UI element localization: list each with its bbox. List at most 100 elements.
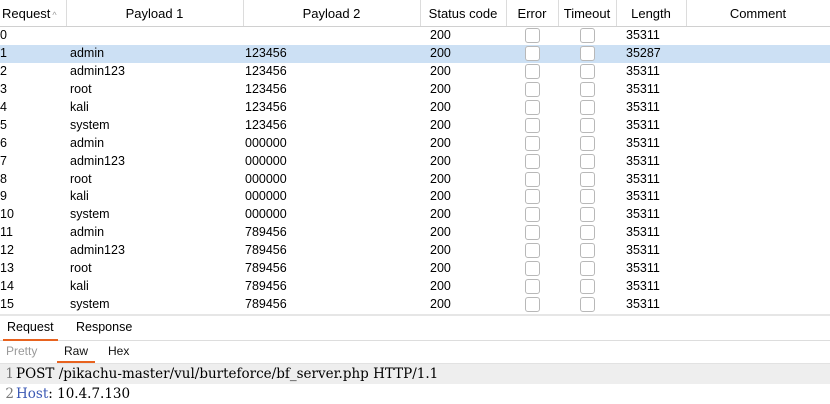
error-checkbox[interactable] xyxy=(524,171,540,187)
tab-pretty[interactable]: Pretty xyxy=(6,342,37,361)
timeout-checkbox[interactable] xyxy=(579,296,595,312)
cell-payload1: system xyxy=(70,117,110,132)
table-row[interactable]: 5 system 123456 200 35311 xyxy=(0,116,830,134)
cell-error xyxy=(506,99,558,117)
cell-status-code: 200 xyxy=(430,296,451,311)
timeout-checkbox[interactable] xyxy=(579,153,595,169)
cell-request: 11 xyxy=(0,225,13,240)
error-checkbox[interactable] xyxy=(524,153,540,169)
error-checkbox[interactable] xyxy=(524,64,540,80)
tab-request[interactable]: Request xyxy=(3,316,58,341)
timeout-checkbox[interactable] xyxy=(579,225,595,241)
cell-length: 35311 xyxy=(626,82,660,97)
timeout-checkbox[interactable] xyxy=(579,100,595,115)
table-row[interactable]: 9 kali 000000 200 35311 xyxy=(0,188,830,206)
cell-request: 2 xyxy=(0,64,7,79)
results-table-body: 0 200 35311 1 admin 123456 200 35287 2 admin123 12… xyxy=(0,27,830,314)
error-checkbox[interactable] xyxy=(524,117,540,133)
table-row[interactable]: 7 admin123 000000 200 35311 xyxy=(0,152,830,170)
cell-payload2: 789456 xyxy=(245,296,287,311)
error-checkbox[interactable] xyxy=(524,82,540,98)
cell-payload2: 123456 xyxy=(245,117,287,132)
column-header-payload2[interactable]: Payload 2 xyxy=(243,0,421,27)
cell-request: 9 xyxy=(0,189,7,204)
cell-payload1: system xyxy=(70,296,110,311)
table-row[interactable]: 2 admin123 123456 200 35311 xyxy=(0,63,830,81)
cell-timeout xyxy=(558,295,616,313)
column-header-comment[interactable]: Comment xyxy=(686,0,830,27)
column-header-payload1[interactable]: Payload 1 xyxy=(66,0,244,27)
cell-payload2: 000000 xyxy=(245,171,287,186)
table-row[interactable]: 0 200 35311 xyxy=(0,27,830,45)
cell-comment xyxy=(686,170,830,188)
cell-timeout xyxy=(558,63,616,81)
timeout-checkbox[interactable] xyxy=(579,278,595,294)
column-header-error[interactable]: Error xyxy=(506,0,559,27)
error-checkbox[interactable] xyxy=(524,296,540,312)
error-checkbox[interactable] xyxy=(524,135,540,151)
view-mode-tabs: Pretty Raw Hex xyxy=(0,341,830,364)
table-row[interactable]: 3 root 123456 200 35311 xyxy=(0,81,830,99)
cell-timeout xyxy=(558,206,616,224)
error-checkbox[interactable] xyxy=(524,261,540,277)
cell-comment xyxy=(686,224,830,242)
cell-payload1: root xyxy=(70,261,92,276)
timeout-checkbox[interactable] xyxy=(579,117,595,133)
error-checkbox[interactable] xyxy=(524,207,540,223)
error-checkbox[interactable] xyxy=(524,278,540,294)
table-row[interactable]: 6 admin 000000 200 35311 xyxy=(0,134,830,152)
table-row[interactable]: 15 system 789456 200 35311 xyxy=(0,295,830,313)
timeout-checkbox[interactable] xyxy=(579,207,595,223)
timeout-checkbox[interactable] xyxy=(579,64,595,80)
error-checkbox[interactable] xyxy=(524,28,540,44)
timeout-checkbox[interactable] xyxy=(579,189,595,205)
cell-length: 35311 xyxy=(626,100,660,114)
cell-status-code: 200 xyxy=(430,28,451,43)
column-header-length[interactable]: Length xyxy=(616,0,687,27)
table-row[interactable]: 10 system 000000 200 35311 xyxy=(0,206,830,224)
column-header-request[interactable]: Request ^ xyxy=(0,0,67,27)
timeout-checkbox[interactable] xyxy=(579,243,595,259)
cell-error xyxy=(506,277,558,295)
cell-length: 35311 xyxy=(626,64,660,79)
cell-error xyxy=(506,44,558,63)
cell-payload2: 123456 xyxy=(245,100,287,114)
tab-raw[interactable]: Raw xyxy=(57,342,96,363)
table-row[interactable]: 8 root 000000 200 35311 xyxy=(0,170,830,188)
cell-payload2: 123456 xyxy=(243,44,420,63)
column-header-timeout[interactable]: Timeout xyxy=(558,0,617,27)
cell-error xyxy=(506,206,558,224)
table-row[interactable]: 11 admin 789456 200 35311 xyxy=(0,224,830,242)
table-row[interactable]: 12 admin123 789456 200 35311 xyxy=(0,242,830,260)
cell-length: 35311 xyxy=(626,153,660,168)
timeout-checkbox[interactable] xyxy=(579,82,595,98)
error-checkbox[interactable] xyxy=(524,189,540,205)
error-checkbox[interactable] xyxy=(524,100,540,115)
cell-length: 35311 xyxy=(626,117,660,132)
cell-status-code: 200 xyxy=(420,44,506,63)
table-row[interactable]: 1 admin 123456 200 35287 xyxy=(0,44,830,63)
tab-hex[interactable]: Hex xyxy=(108,342,129,361)
timeout-checkbox[interactable] xyxy=(579,46,595,62)
request-line-text: POST /pikachu-master/vul/burteforce/bf_s… xyxy=(16,366,439,382)
column-header-status-code[interactable]: Status code xyxy=(420,0,507,27)
error-checkbox[interactable] xyxy=(524,243,540,259)
line-number: 2 xyxy=(5,386,14,402)
table-row[interactable]: 4 kali 123456 200 35311 xyxy=(0,99,830,117)
timeout-checkbox[interactable] xyxy=(579,171,595,187)
table-row[interactable]: 14 kali 789456 200 35311 xyxy=(0,277,830,295)
table-row[interactable]: 13 root 789456 200 35311 xyxy=(0,260,830,278)
tab-response[interactable]: Response xyxy=(70,316,138,339)
cell-timeout xyxy=(558,277,616,295)
cell-comment xyxy=(686,242,830,260)
cell-status-code: 200 xyxy=(430,171,451,186)
cell-error xyxy=(506,63,558,81)
timeout-checkbox[interactable] xyxy=(579,135,595,151)
timeout-checkbox[interactable] xyxy=(579,261,595,277)
timeout-checkbox[interactable] xyxy=(579,28,595,44)
error-checkbox[interactable] xyxy=(524,225,540,241)
cell-timeout xyxy=(558,242,616,260)
request-editor[interactable]: 1 POST /pikachu-master/vul/burteforce/bf_… xyxy=(0,364,830,403)
error-checkbox[interactable] xyxy=(524,46,540,62)
cell-comment xyxy=(686,134,830,152)
